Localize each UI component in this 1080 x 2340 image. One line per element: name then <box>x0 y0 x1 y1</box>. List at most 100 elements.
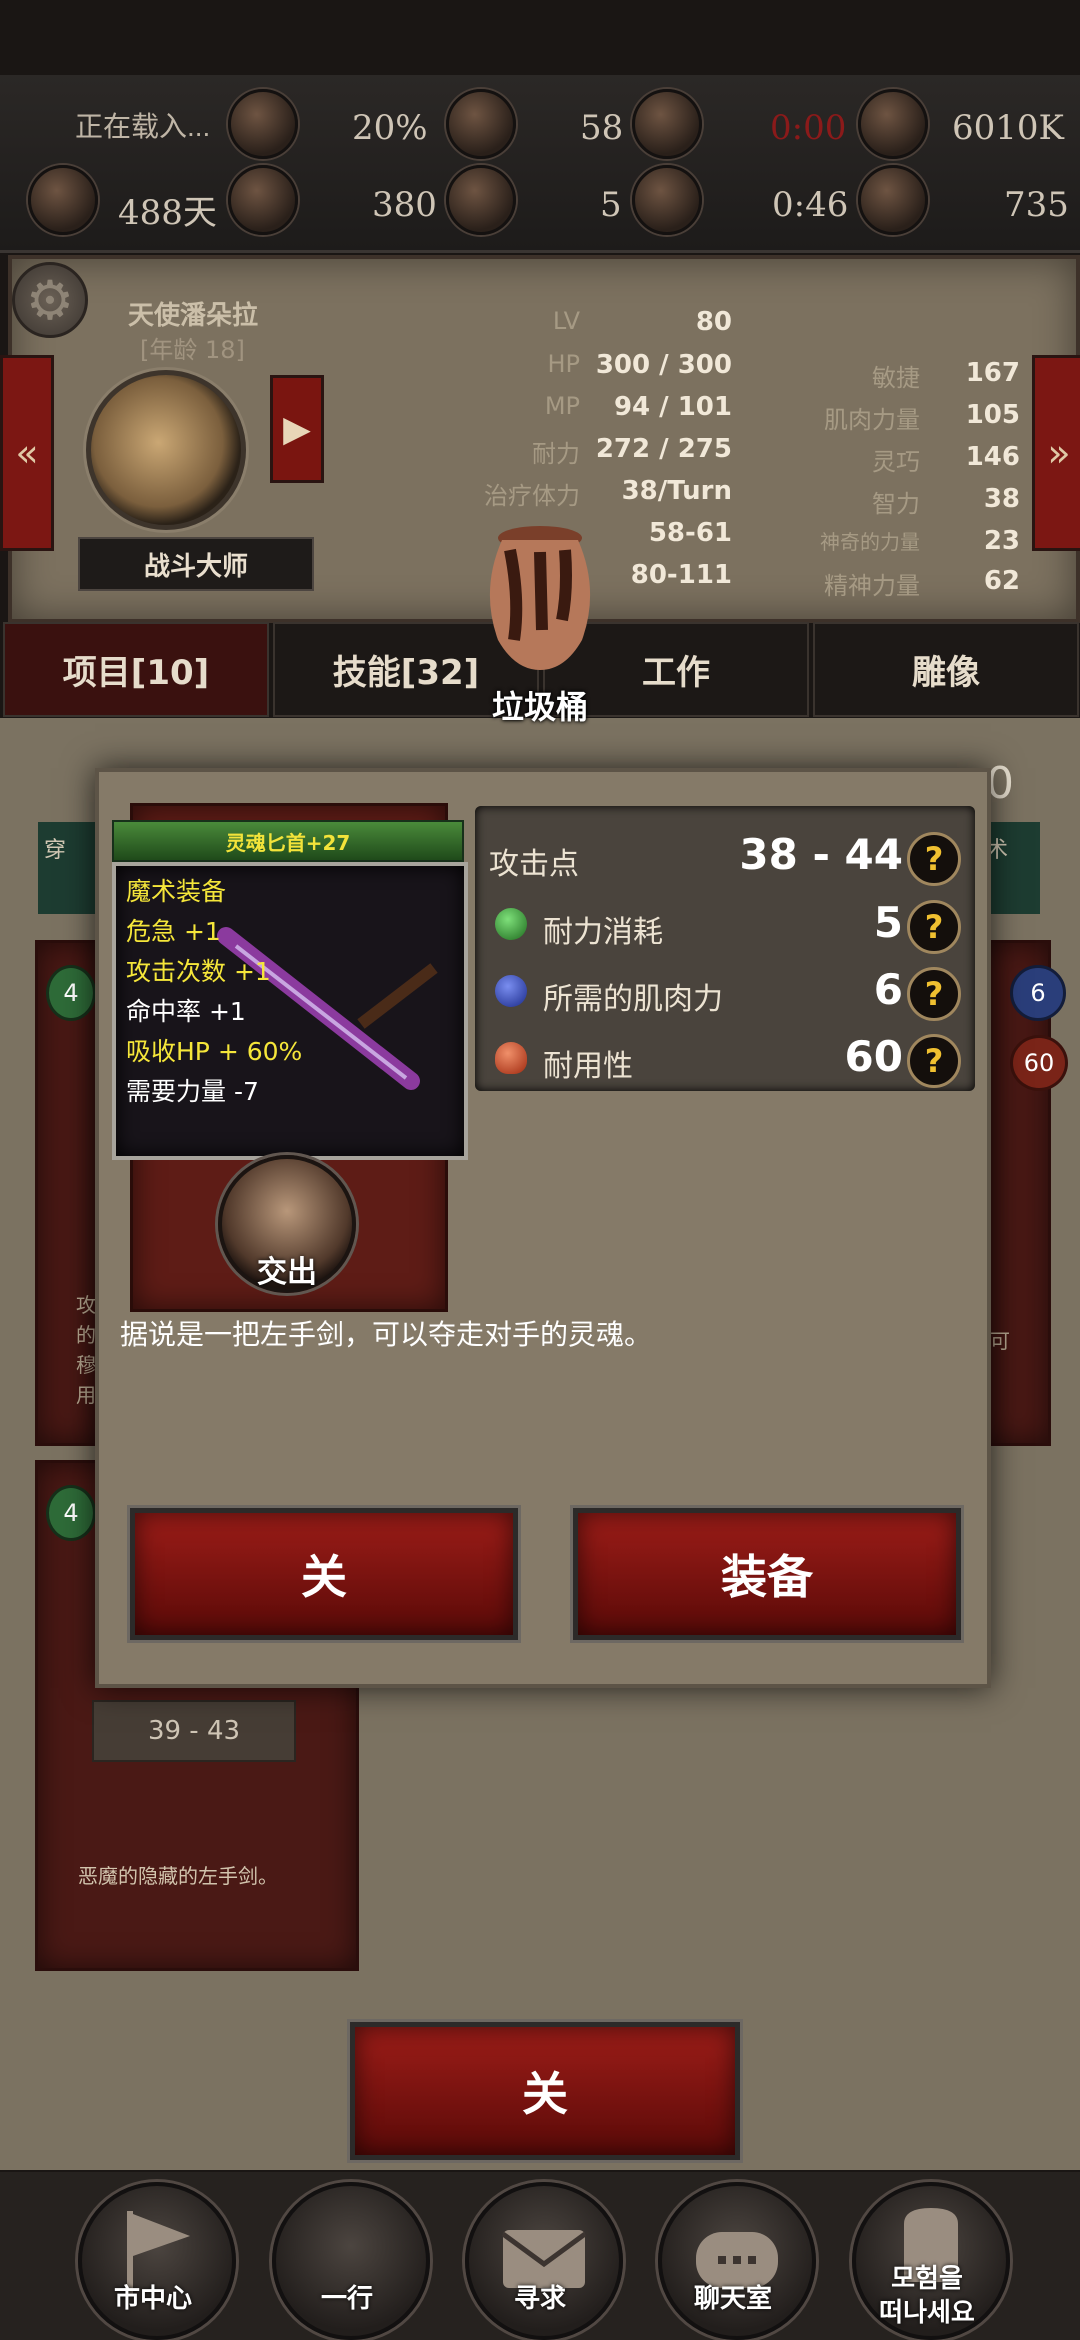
stat-value: 94 / 101 <box>613 392 732 422</box>
nav-label: 市中心 <box>113 2284 192 2314</box>
card-partial-text: 可 <box>990 1329 1010 1353</box>
stat-label: LV <box>552 307 580 335</box>
jar-icon <box>489 526 591 670</box>
text-frag: 穆 <box>76 1353 96 1377</box>
stat-label: 所需的肌肉力 <box>543 982 723 1017</box>
figure-icon <box>632 165 702 235</box>
stat-value: 62 <box>983 566 1020 596</box>
nav-city-center[interactable] <box>78 2182 236 2340</box>
food-count: 58 <box>580 108 624 148</box>
stat-value: 146 <box>965 442 1020 472</box>
stat-row-durability: 耐用性 60 ? <box>475 1028 975 1088</box>
boot-icon <box>632 89 702 159</box>
nav-label: 寻求 <box>513 2284 566 2314</box>
quill-icon <box>28 165 98 235</box>
nav-quest[interactable] <box>465 2182 623 2340</box>
stat-row-attack: 攻击点 38 - 44 ? <box>475 826 975 886</box>
nav-label: 모험을 떠나세요 <box>879 2264 975 2328</box>
stat-value: 80 <box>695 307 732 337</box>
durability-badge: 60 <box>1010 1035 1068 1091</box>
muscle-badge: 6 <box>1010 965 1066 1021</box>
effect-line: 吸收HP + 60% <box>126 1037 303 1066</box>
stat-value: 23 <box>983 526 1020 556</box>
level-badge: 4 <box>46 965 96 1021</box>
nav-chat[interactable] <box>658 2182 816 2340</box>
text-frag: 用 <box>76 1383 96 1407</box>
trash-label: 垃圾桶 <box>491 688 588 726</box>
item-name-banner: 灵魂匕首+27 <box>112 820 464 862</box>
level-badge: 4 <box>46 1485 96 1541</box>
item-description: 据说是一把左手剑，可以夺走对手的灵魂。 <box>120 1318 653 1351</box>
stat-row-stamina: 耐力消耗 5 ? <box>475 894 975 954</box>
green-gem-icon <box>495 908 527 940</box>
prev-page-icon[interactable]: « <box>0 355 54 551</box>
character-portrait[interactable] <box>86 370 246 530</box>
character-class-badge: 战斗大师 <box>78 537 314 591</box>
stat-value: 38 - 44 <box>739 830 903 879</box>
effect-line: 攻击次数 +1 <box>126 957 271 986</box>
battery-icon <box>228 89 298 159</box>
hand-over-label: 交出 <box>257 1255 317 1290</box>
equip-button[interactable]: 装备 <box>573 1508 961 1640</box>
next-page-icon[interactable]: » <box>1032 355 1080 551</box>
next-character-arrow-icon[interactable]: ▶ <box>270 375 324 483</box>
stat-value: 167 <box>965 358 1020 388</box>
card3-description: 恶魔的隐藏的左手剑。 <box>78 1864 278 1888</box>
stat-value: 5 <box>873 898 903 947</box>
coin-stack-icon <box>858 89 928 159</box>
text-frag: 的 <box>76 1323 96 1347</box>
nav-label: 一行 <box>320 2284 373 2314</box>
card3-damage: 39 - 43 <box>92 1700 296 1762</box>
progress-percent: 20% <box>352 108 428 148</box>
loading-text: 正在载入... <box>75 111 211 142</box>
timer: 0:46 <box>772 185 849 225</box>
tab-items[interactable]: 项目[10] <box>3 622 269 717</box>
heart-icon <box>495 1042 527 1074</box>
card-partial-text: 攻 的 穆 用 <box>76 1290 96 1410</box>
character-name: 天使潘朵拉 <box>128 301 259 331</box>
effect-line: 需要力量 -7 <box>126 1077 259 1106</box>
stat-row-muscle: 所需的肌肉力 6 ? <box>475 961 975 1021</box>
hand-over-button[interactable]: 交出 <box>218 1155 356 1293</box>
gold-amount: 6010K <box>952 108 1064 148</box>
close-inventory-button[interactable]: 关 <box>350 2022 740 2160</box>
timer-red: 0:00 <box>770 108 847 148</box>
effect-line: 命中率 +1 <box>126 997 246 1026</box>
blue-gem-icon <box>495 975 527 1007</box>
help-icon[interactable]: ? <box>907 967 961 1021</box>
close-popup-button[interactable]: 关 <box>130 1508 518 1640</box>
stat-label: 攻击点 <box>489 847 579 882</box>
stat-label: 肌肉力量 <box>824 406 920 434</box>
stat-value: 300 / 300 <box>595 350 732 380</box>
bg-item-label-left: 穿 <box>38 822 98 914</box>
stat-value: 6 <box>873 965 903 1014</box>
bg-partial-text: 穿 <box>44 838 67 863</box>
item-stats-box: 攻击点 38 - 44 ? 耐力消耗 5 ? 所需的肌肉力 6 ? 耐用性 60… <box>475 806 975 1091</box>
stat-380: 380 <box>372 185 437 225</box>
trash-can[interactable]: 垃圾桶 <box>470 520 610 726</box>
settings-gear-icon[interactable]: ⚙ <box>12 262 88 338</box>
stat-label: 灵巧 <box>872 448 920 476</box>
stat-value: 38 <box>983 484 1020 514</box>
stat-5: 5 <box>600 185 622 225</box>
tab-statue[interactable]: 雕像 <box>813 622 1079 717</box>
nav-party[interactable] <box>272 2182 430 2340</box>
item-effects-box: 魔术装备 危急 +1 攻击次数 +1 命中率 +1 吸收HP + 60% 需要力… <box>112 862 468 1160</box>
stat-value: 60 <box>844 1032 903 1081</box>
stat-label: 耐力消耗 <box>543 915 663 950</box>
help-icon[interactable]: ? <box>907 900 961 954</box>
days-count: 488天 <box>118 193 217 233</box>
rabbit-icon <box>228 165 298 235</box>
status-bar: 正在载入... 20% 58 0:00 6010K 488天 380 5 0:4… <box>0 75 1080 253</box>
stat-label: 智力 <box>872 490 920 518</box>
bread-icon <box>446 89 516 159</box>
stat-label: 敏捷 <box>872 364 920 392</box>
help-icon[interactable]: ? <box>907 832 961 886</box>
effects-list: 魔术装备 危急 +1 攻击次数 +1 命中率 +1 吸收HP + 60% 需要力… <box>126 872 302 1112</box>
stat-label: 耐用性 <box>543 1049 633 1084</box>
bag-icon <box>858 165 928 235</box>
effect-line: 危急 +1 <box>126 917 221 946</box>
text-frag: 攻 <box>76 1293 96 1317</box>
stat-value: 105 <box>965 400 1020 430</box>
help-icon[interactable]: ? <box>907 1034 961 1088</box>
